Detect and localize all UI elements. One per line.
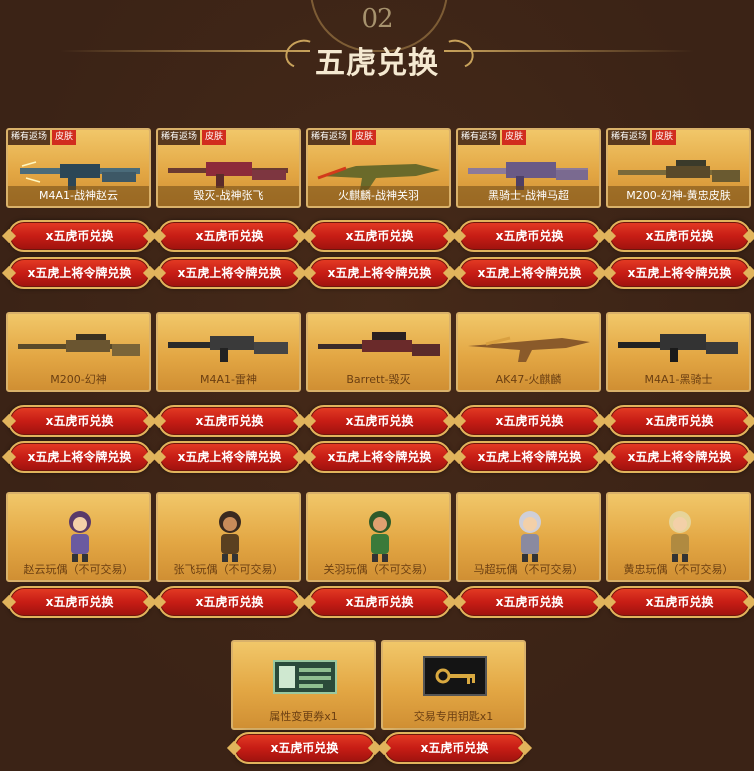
item-name: 交易专用钥匙x1 (413, 710, 494, 723)
item-card[interactable]: 属性变更券x1 (231, 640, 376, 730)
item-name: 马超玩偶（不可交易） (473, 563, 584, 576)
coin-exchange-button[interactable]: x五虎币兑换 (608, 405, 751, 437)
coin-exchange-button[interactable]: x五虎币兑换 (608, 220, 751, 252)
skin-card[interactable]: 稀有返场 皮肤 M200-幻神-黄忠皮肤 (606, 128, 751, 208)
coin-exchange-button[interactable]: x五虎币兑换 (608, 586, 751, 618)
coin-exchange-button[interactable]: x五虎币兑换 (383, 732, 526, 764)
coin-exchange-button[interactable]: x五虎币兑换 (458, 586, 601, 618)
weapon-card[interactable]: M200-幻神 (6, 312, 151, 392)
doll-card[interactable]: 关羽玩偶（不可交易） (306, 492, 451, 582)
rifle-icon (168, 336, 288, 362)
weapon-card[interactable]: M4A1-雷神 (156, 312, 301, 392)
token-exchange-button[interactable]: x五虎上将令牌兑换 (8, 441, 151, 473)
skin-card[interactable]: 稀有返场 皮肤 毁灭-战神张飞 (156, 128, 301, 208)
rare-tag: 稀有返场 (308, 130, 351, 145)
page-title: 五虎兑换 (315, 46, 439, 81)
section-number: 02 (361, 4, 393, 34)
doll-figure-icon (519, 511, 541, 562)
sniper-rifle-icon (318, 332, 440, 356)
token-exchange-button[interactable]: x五虎上将令牌兑换 (608, 441, 751, 473)
doll-card[interactable]: 黄忠玩偶（不可交易） (606, 492, 751, 582)
skin-tag: 皮肤 (202, 130, 227, 145)
item-name: 张飞玩偶（不可交易） (173, 563, 284, 576)
skin-card[interactable]: 稀有返场 皮肤 黑骑士-战神马超 (456, 128, 601, 208)
coin-exchange-button[interactable]: x五虎币兑换 (458, 220, 601, 252)
item-name: 赵云玩偶（不可交易） (23, 563, 134, 576)
skin-card[interactable]: 稀有返场 皮肤 M4A1-战神赵云 (6, 128, 151, 208)
item-name: 关羽玩偶（不可交易） (323, 563, 434, 576)
coin-exchange-button[interactable]: x五虎币兑换 (8, 220, 151, 252)
doll-card[interactable]: 马超玩偶（不可交易） (456, 492, 601, 582)
rare-tag: 稀有返场 (458, 130, 501, 145)
doll-card[interactable]: 赵云玩偶（不可交易） (6, 492, 151, 582)
item-name: M4A1-黑骑士 (644, 373, 713, 386)
doll-card[interactable]: 张飞玩偶（不可交易） (156, 492, 301, 582)
item-card[interactable]: 交易专用钥匙x1 (381, 640, 526, 730)
weapon-card[interactable]: Barrett-毁灭 (306, 312, 451, 392)
rifle-icon (468, 336, 590, 362)
token-exchange-button[interactable]: x五虎上将令牌兑换 (8, 257, 151, 289)
skin-tag: 皮肤 (352, 130, 377, 145)
ticket-icon (273, 660, 337, 694)
coin-exchange-button[interactable]: x五虎币兑换 (308, 405, 451, 437)
item-name: M4A1-战神赵云 (8, 186, 149, 206)
weapon-card[interactable]: M4A1-黑骑士 (606, 312, 751, 392)
coin-exchange-button[interactable]: x五虎币兑换 (8, 586, 151, 618)
doll-figure-icon (369, 511, 391, 562)
item-name: M200-幻神 (50, 373, 107, 386)
coin-exchange-button[interactable]: x五虎币兑换 (158, 405, 301, 437)
doll-figure-icon (69, 511, 91, 562)
key-icon (423, 656, 487, 696)
item-name: Barrett-毁灭 (346, 373, 411, 386)
item-name: AK47-火麒麟 (495, 373, 562, 386)
header-divider-right (444, 50, 694, 52)
token-exchange-button[interactable]: x五虎上将令牌兑换 (608, 257, 751, 289)
weapon-card[interactable]: AK47-火麒麟 (456, 312, 601, 392)
rare-tag: 稀有返场 (8, 130, 51, 145)
header-divider-left (60, 50, 310, 52)
item-name: M4A1-雷神 (200, 373, 257, 386)
item-name: 火麒麟-战神关羽 (308, 186, 449, 206)
item-name: 毁灭-战神张飞 (158, 186, 299, 206)
token-exchange-button[interactable]: x五虎上将令牌兑换 (458, 441, 601, 473)
coin-exchange-button[interactable]: x五虎币兑换 (308, 220, 451, 252)
section-header: 02 五虎兑换 (0, 0, 754, 100)
doll-figure-icon (669, 511, 691, 562)
doll-figure-icon (219, 511, 241, 562)
rifle-icon (618, 334, 738, 362)
rare-tag: 稀有返场 (158, 130, 201, 145)
sniper-rifle-icon (18, 334, 140, 356)
item-name: M200-幻神-黄忠皮肤 (608, 186, 749, 206)
token-exchange-button[interactable]: x五虎上将令牌兑换 (308, 441, 451, 473)
token-exchange-button[interactable]: x五虎上将令牌兑换 (458, 257, 601, 289)
token-exchange-button[interactable]: x五虎上将令牌兑换 (158, 441, 301, 473)
coin-exchange-button[interactable]: x五虎币兑换 (458, 405, 601, 437)
item-name: 属性变更券x1 (269, 710, 338, 723)
coin-exchange-button[interactable]: x五虎币兑换 (158, 220, 301, 252)
skin-tag: 皮肤 (652, 130, 677, 145)
coin-exchange-button[interactable]: x五虎币兑换 (158, 586, 301, 618)
coin-exchange-button[interactable]: x五虎币兑换 (8, 405, 151, 437)
skin-card[interactable]: 稀有返场 皮肤 火麒麟-战神关羽 (306, 128, 451, 208)
coin-exchange-button[interactable]: x五虎币兑换 (233, 732, 376, 764)
rare-tag: 稀有返场 (608, 130, 651, 145)
item-name: 黄忠玩偶（不可交易） (623, 563, 734, 576)
coin-exchange-button[interactable]: x五虎币兑换 (308, 586, 451, 618)
skin-tag: 皮肤 (502, 130, 527, 145)
token-exchange-button[interactable]: x五虎上将令牌兑换 (158, 257, 301, 289)
skin-tag: 皮肤 (52, 130, 77, 145)
item-name: 黑骑士-战神马超 (458, 186, 599, 206)
token-exchange-button[interactable]: x五虎上将令牌兑换 (308, 257, 451, 289)
